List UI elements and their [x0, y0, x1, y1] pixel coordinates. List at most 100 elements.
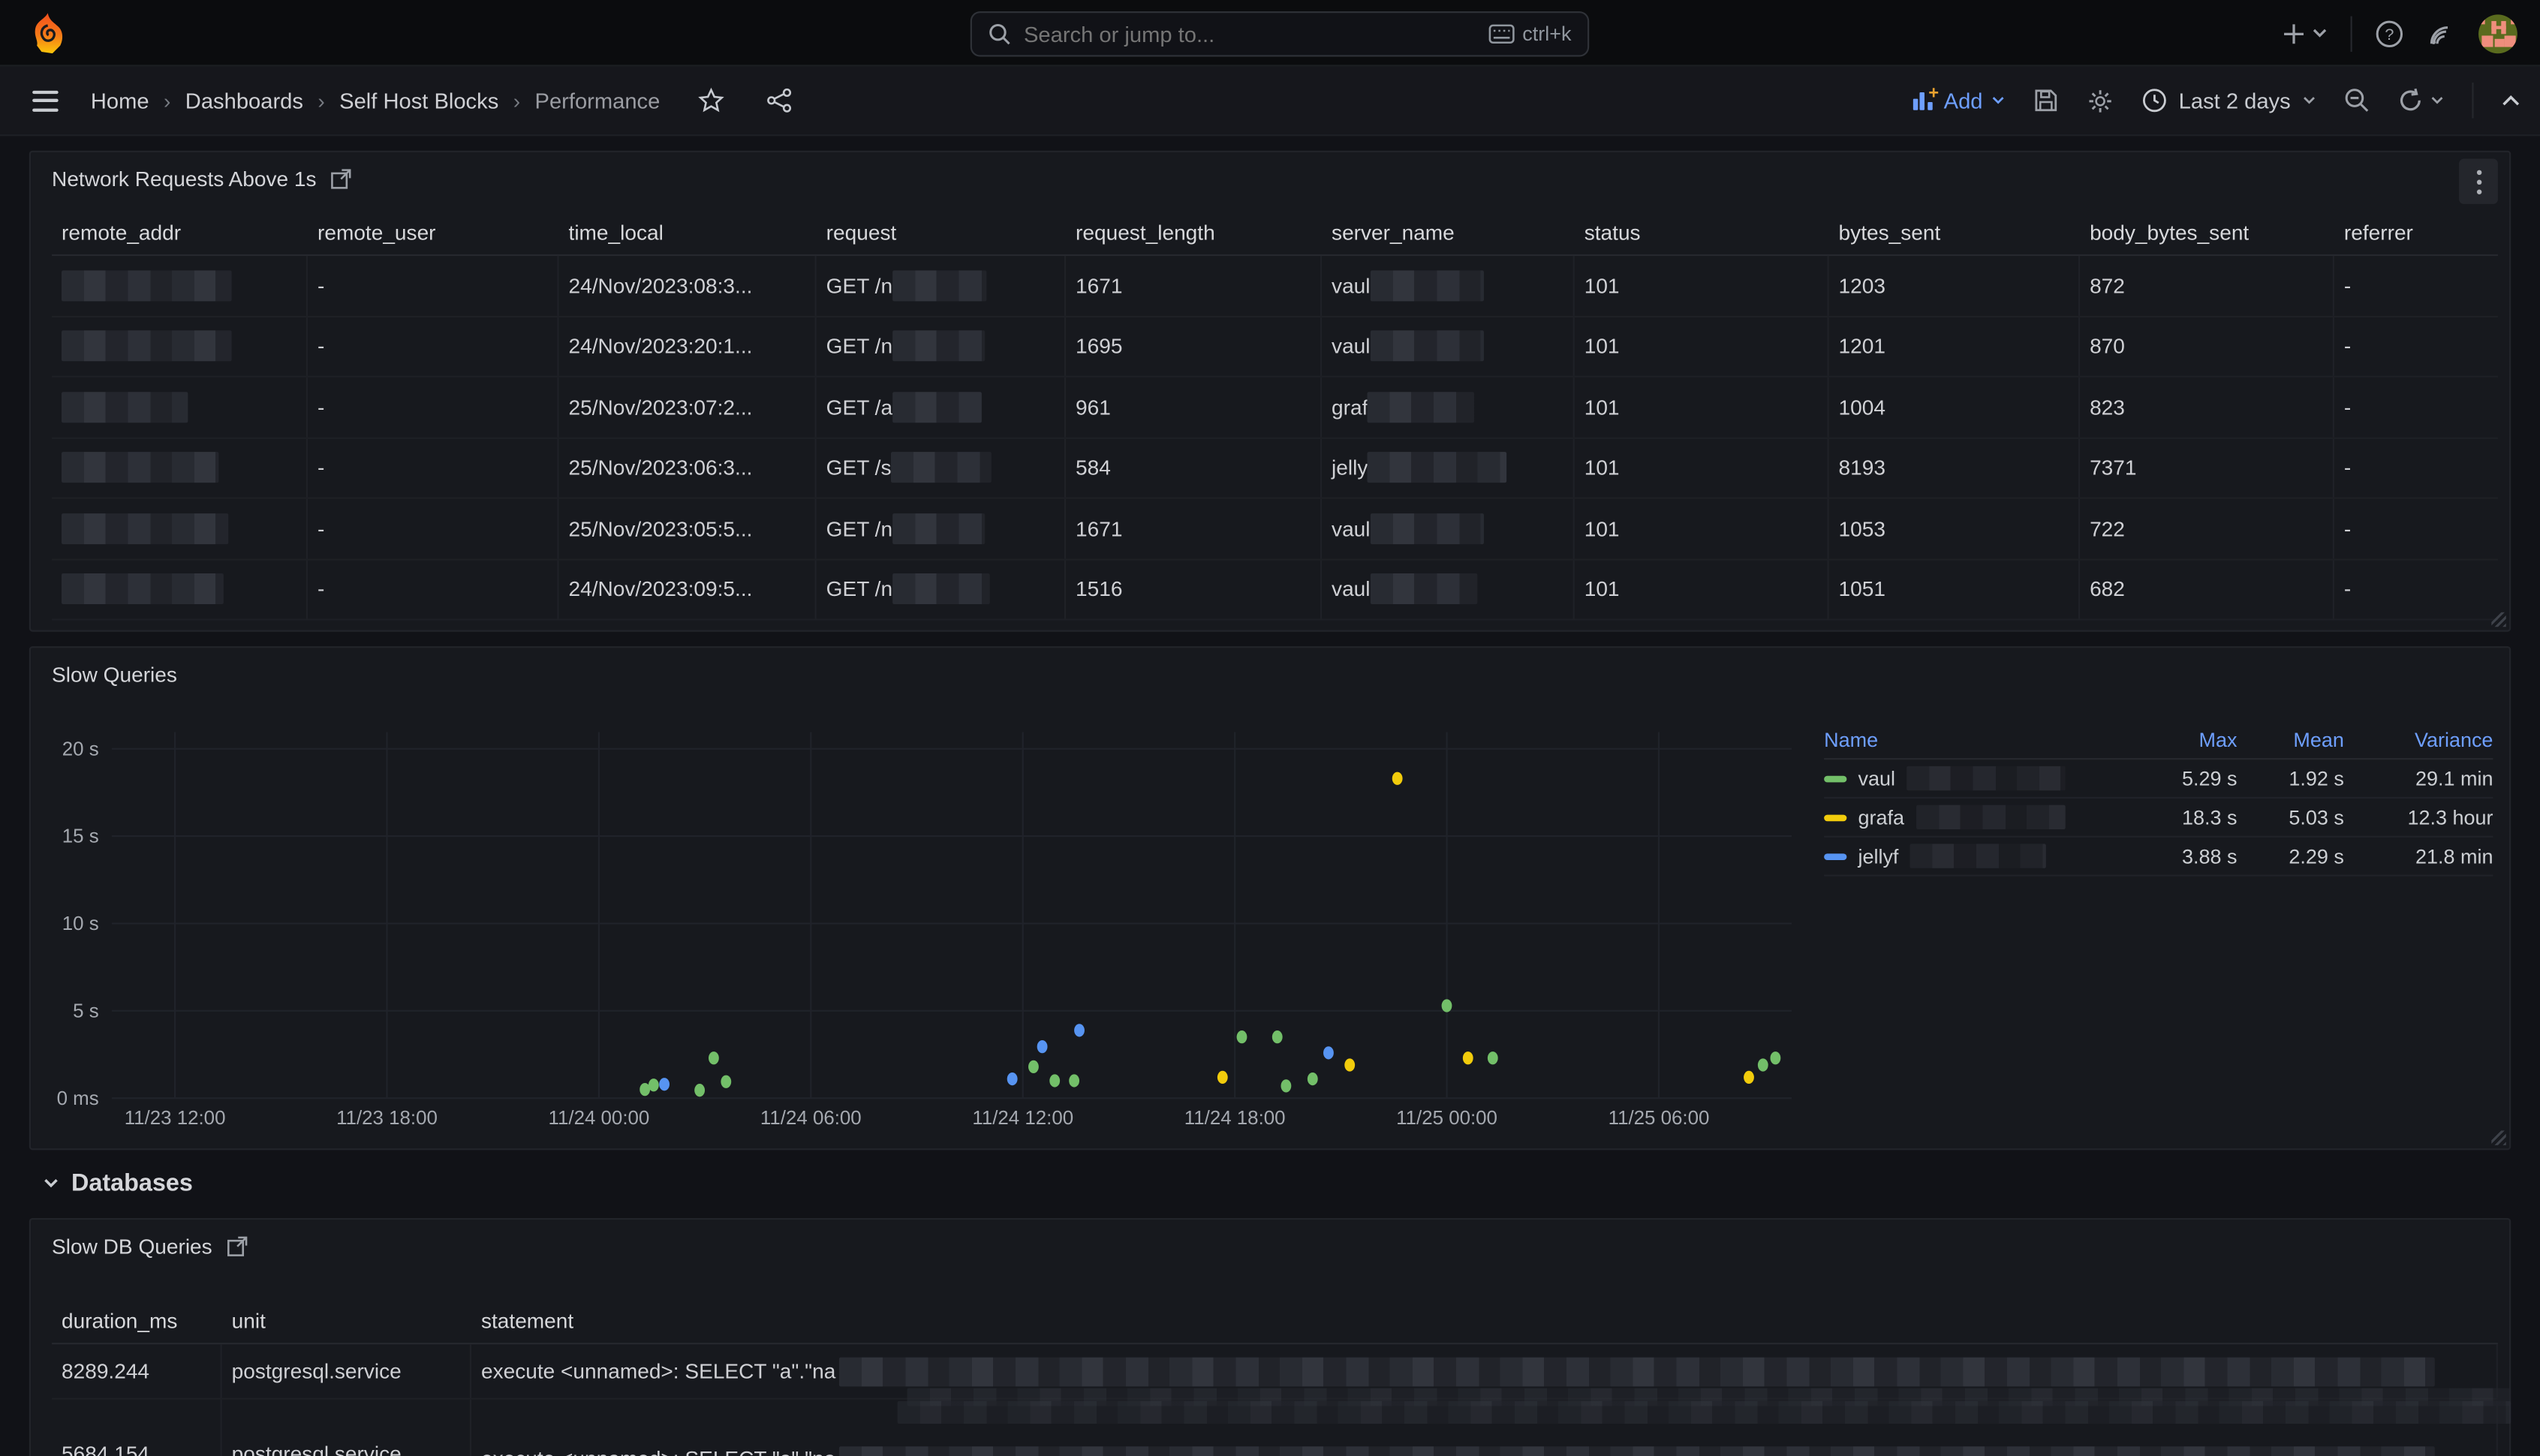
legend-col-variance[interactable]: Variance — [2344, 729, 2493, 751]
breadcrumb-dashboards[interactable]: Dashboards — [185, 89, 303, 113]
legend-row[interactable]: jellyf 3.88 s 2.29 s 21.8 min — [1824, 838, 2493, 877]
col-bytes-sent[interactable]: bytes_sent — [1829, 219, 2081, 243]
dashboard-nav-bar: Home › Dashboards › Self Host Blocks › P… — [0, 66, 2540, 136]
col-time-local[interactable]: time_local — [559, 219, 817, 243]
top-bar: ctrl+k ? — [0, 0, 2540, 66]
panel-resize-handle[interactable] — [2491, 1130, 2505, 1145]
refresh-icon — [2397, 88, 2424, 114]
redacted-text — [839, 1446, 2435, 1456]
grafana-logo-icon[interactable] — [29, 12, 67, 53]
time-range-picker[interactable]: Last 2 days — [2141, 88, 2316, 114]
cell-server-name: vaul — [1322, 317, 1575, 376]
breadcrumb: Home › Dashboards › Self Host Blocks › P… — [91, 88, 793, 114]
legend-col-mean[interactable]: Mean — [2237, 729, 2343, 751]
databases-section-toggle[interactable]: Databases — [42, 1169, 193, 1197]
legend-col-max[interactable]: Max — [2133, 729, 2237, 751]
col-remote-user[interactable]: remote_user — [308, 219, 559, 243]
settings-gear-icon[interactable] — [2087, 86, 2114, 114]
cell-remote-addr — [52, 317, 308, 376]
section-title: Databases — [71, 1169, 193, 1197]
svg-text:11/23 18:00: 11/23 18:00 — [336, 1108, 438, 1129]
legend-row[interactable]: grafa 18.3 s 5.03 s 12.3 hour — [1824, 799, 2493, 838]
search-bar[interactable]: ctrl+k — [971, 11, 1589, 56]
series-max: 3.88 s — [2133, 845, 2237, 868]
col-referrer[interactable]: referrer — [2334, 219, 2498, 243]
panel-title-text: Network Requests Above 1s — [52, 167, 316, 191]
table-row[interactable]: -25/Nov/2023:07:2...GET /a961graf1011004… — [52, 378, 2498, 438]
cell-server-name: jelly — [1322, 438, 1575, 498]
refresh-button[interactable] — [2397, 88, 2445, 114]
col-server-name[interactable]: server_name — [1322, 219, 1575, 243]
panel-title[interactable]: Slow Queries — [52, 663, 177, 687]
table-row[interactable]: -24/Nov/2023:08:3...GET /n1671vaul101120… — [52, 256, 2498, 317]
series-color-swatch — [1824, 853, 1846, 859]
panel-title[interactable]: Network Requests Above 1s — [52, 167, 352, 191]
col-duration-ms[interactable]: duration_ms — [52, 1308, 222, 1332]
cell-bytes-sent: 1004 — [1829, 378, 2081, 437]
external-link-icon[interactable] — [227, 1236, 248, 1257]
cell-referrer: - — [2334, 256, 2498, 315]
series-max: 5.29 s — [2133, 767, 2237, 790]
menu-toggle-button[interactable] — [32, 90, 59, 111]
col-status[interactable]: status — [1575, 219, 1829, 243]
table-row[interactable]: 5684.154 postgresql.service execute <unn… — [52, 1400, 2498, 1456]
share-icon[interactable] — [767, 88, 793, 114]
table-row[interactable]: -25/Nov/2023:06:3...GET /s584jelly101819… — [52, 438, 2498, 499]
col-unit[interactable]: unit — [222, 1308, 471, 1332]
cell-bytes-sent: 1203 — [1829, 256, 2081, 315]
col-body-bytes-sent[interactable]: body_bytes_sent — [2080, 219, 2334, 243]
series-max: 18.3 s — [2133, 806, 2237, 829]
cell-status: 101 — [1575, 317, 1829, 376]
table-row[interactable]: -25/Nov/2023:05:5...GET /n1671vaul101105… — [52, 499, 2498, 560]
svg-text:10 s: 10 s — [62, 913, 99, 934]
col-remote-addr[interactable]: remote_addr — [52, 219, 308, 243]
table-row[interactable]: -24/Nov/2023:20:1...GET /n1695vaul101120… — [52, 317, 2498, 378]
cell-status: 101 — [1575, 256, 1829, 315]
add-panel-button[interactable]: + Add — [1913, 89, 2006, 113]
cell-bytes-sent: 1051 — [1829, 560, 2081, 619]
search-input[interactable] — [1024, 22, 1476, 46]
table-row[interactable]: 8289.244 postgresql.service execute <unn… — [52, 1344, 2498, 1399]
cell-bytes-sent: 1201 — [1829, 317, 2081, 376]
cell-request-length: 1671 — [1066, 256, 1322, 315]
cell-remote-user: - — [308, 317, 559, 376]
zoom-out-icon[interactable] — [2344, 88, 2370, 114]
collapse-up-icon[interactable] — [2501, 94, 2520, 107]
svg-text:?: ? — [2385, 24, 2394, 43]
cell-duration: 5684.154 — [52, 1400, 222, 1456]
breadcrumb-home[interactable]: Home — [91, 89, 149, 113]
svg-text:11/24 00:00: 11/24 00:00 — [549, 1108, 650, 1129]
legend-header: Name Max Mean Variance — [1824, 723, 2493, 760]
panel-menu-button[interactable] — [2459, 159, 2498, 204]
redacted-text — [62, 453, 218, 483]
col-request[interactable]: request — [817, 219, 1066, 243]
panel-title-text: Slow DB Queries — [52, 1235, 212, 1259]
favorite-star-icon[interactable] — [699, 88, 725, 114]
cell-request: GET /n — [817, 317, 1066, 376]
redacted-text — [1916, 805, 2065, 829]
legend-row[interactable]: vaul 5.29 s 1.92 s 29.1 min — [1824, 760, 2493, 799]
col-statement[interactable]: statement — [471, 1308, 2498, 1332]
col-request-length[interactable]: request_length — [1066, 219, 1322, 243]
redacted-text — [892, 331, 985, 362]
redacted-text — [62, 513, 228, 544]
cell-referrer: - — [2334, 317, 2498, 376]
help-circle-icon: ? — [2375, 19, 2404, 48]
panel-title[interactable]: Slow DB Queries — [52, 1235, 248, 1259]
news-button[interactable] — [2427, 19, 2456, 48]
user-avatar[interactable] — [2478, 14, 2517, 53]
legend-col-name[interactable]: Name — [1824, 729, 2133, 751]
cell-bytes-sent: 1053 — [1829, 499, 2081, 558]
series-name: vaul — [1858, 767, 1895, 790]
external-link-icon[interactable] — [331, 168, 352, 189]
cell-remote-user: - — [308, 560, 559, 619]
chevron-down-icon — [2430, 95, 2444, 105]
panel-resize-handle[interactable] — [2491, 612, 2505, 627]
help-button[interactable]: ? — [2375, 19, 2404, 48]
cell-remote-addr — [52, 499, 308, 558]
table-row[interactable]: -24/Nov/2023:09:5...GET /n1516vaul101105… — [52, 560, 2498, 621]
new-button[interactable] — [2283, 22, 2328, 44]
breadcrumb-folder[interactable]: Self Host Blocks — [339, 89, 498, 113]
svg-text:11/23 12:00: 11/23 12:00 — [125, 1108, 226, 1129]
save-icon[interactable] — [2033, 88, 2059, 114]
